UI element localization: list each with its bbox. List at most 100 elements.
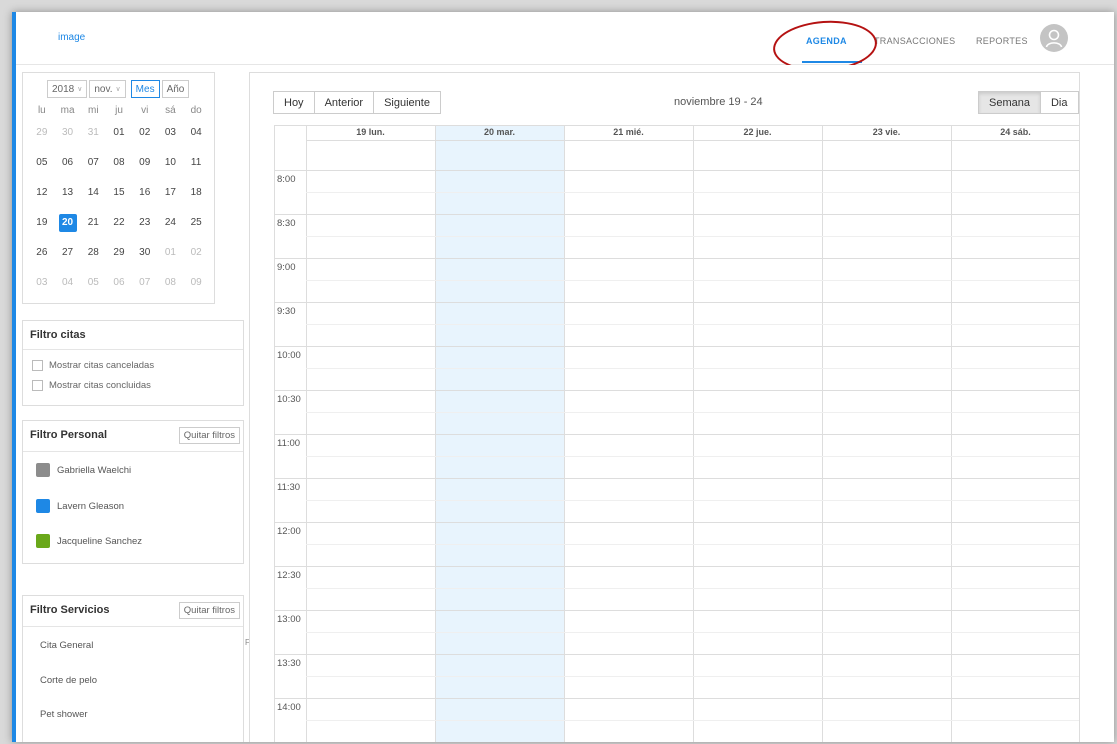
mini-calendar-day[interactable]: 17: [161, 184, 179, 202]
mini-calendar-day[interactable]: 30: [136, 244, 154, 262]
mode-ano-button[interactable]: Año: [161, 80, 190, 98]
slot-line: [275, 302, 1079, 303]
filtro-citas-panel: Filtro citas Mostrar citas canceladas Mo…: [22, 320, 244, 406]
mini-calendar-day[interactable]: 08: [110, 154, 128, 172]
slot-line: [275, 654, 1079, 655]
mini-calendar-day[interactable]: 29: [110, 244, 128, 262]
weekday-label: lu: [37, 105, 46, 116]
time-slot-label: 11:00: [277, 438, 301, 449]
mini-calendar-day[interactable]: 05: [84, 274, 102, 292]
clear-staff-filters-button[interactable]: Quitar filtros: [178, 427, 240, 444]
half-slot-line: [306, 192, 1079, 193]
mini-calendar-day[interactable]: 14: [84, 184, 102, 202]
staff-item[interactable]: Gabriella Waelchi: [36, 463, 131, 477]
today-button[interactable]: Hoy: [273, 91, 315, 114]
mini-calendar-day[interactable]: 01: [161, 244, 179, 262]
mini-calendar-week: 26 27 28 29 30 01 02: [29, 238, 209, 268]
time-slot-label: 11:30: [277, 482, 301, 493]
mini-calendar-day[interactable]: 25: [187, 214, 205, 232]
divider: [23, 349, 243, 350]
show-completed-checkbox[interactable]: Mostrar citas concluidas: [32, 380, 151, 391]
mini-calendar-day[interactable]: 21: [84, 214, 102, 232]
mini-calendar-week: 05 06 07 08 09 10 11: [29, 148, 209, 178]
mini-calendar-day[interactable]: 08: [161, 274, 179, 292]
slot-line: [275, 434, 1079, 435]
day-column-header[interactable]: 23 vie.: [822, 127, 951, 137]
mini-calendar-day[interactable]: 19: [33, 214, 51, 232]
mini-calendar-day[interactable]: 12: [33, 184, 51, 202]
mini-calendar-day[interactable]: 09: [136, 154, 154, 172]
top-nav-bar: image AGENDA TRANSACCIONES REPORTES: [16, 12, 1114, 75]
mini-calendar-day[interactable]: 09: [187, 274, 205, 292]
mode-mes-button[interactable]: Mes: [130, 80, 160, 98]
divider: [23, 626, 243, 627]
mini-calendar-day[interactable]: 26: [33, 244, 51, 262]
header-divider: [275, 170, 1079, 171]
mini-calendar-day[interactable]: 31: [84, 124, 102, 142]
mini-calendar-day[interactable]: 23: [136, 214, 154, 232]
mini-calendar-day[interactable]: 22: [110, 214, 128, 232]
day-column-header[interactable]: 24 sáb.: [951, 127, 1079, 137]
mini-calendar-day[interactable]: 10: [161, 154, 179, 172]
staff-name: Jacqueline Sanchez: [57, 535, 143, 547]
clear-service-filters-button[interactable]: Quitar filtros: [178, 602, 240, 619]
day-view-button[interactable]: Dia: [1039, 91, 1079, 114]
mini-calendar-day[interactable]: 07: [136, 274, 154, 292]
week-calendar: Hoy Anterior Siguiente noviembre 19 - 24…: [249, 72, 1080, 742]
mini-calendar-week: 19 20 21 22 23 24 25: [29, 208, 209, 238]
mini-calendar-day[interactable]: 27: [59, 244, 77, 262]
mini-calendar-day[interactable]: 29: [33, 124, 51, 142]
mini-calendar-day[interactable]: 06: [59, 154, 77, 172]
day-column-header[interactable]: 19 lun.: [306, 127, 435, 137]
previous-button[interactable]: Anterior: [313, 91, 375, 114]
week-view-button[interactable]: Semana: [978, 91, 1041, 114]
mini-calendar-day[interactable]: 30: [59, 124, 77, 142]
mini-calendar-day[interactable]: 03: [161, 124, 179, 142]
main-content: 2018 ∨ nov. ∨ Mes Año lu ma mi ju vi sá do 29 30 3…: [16, 65, 1114, 742]
mini-calendar-day[interactable]: 15: [110, 184, 128, 202]
staff-item[interactable]: Lavern Gleason: [36, 499, 124, 513]
filtro-personal-title: Filtro Personal: [30, 429, 108, 441]
slot-line: [275, 478, 1079, 479]
user-avatar[interactable]: [1040, 24, 1068, 52]
year-select[interactable]: 2018 ∨: [47, 80, 88, 98]
mini-calendar-day[interactable]: 04: [187, 124, 205, 142]
mini-calendar-day[interactable]: 06: [110, 274, 128, 292]
mini-calendar-day[interactable]: 02: [187, 244, 205, 262]
service-item[interactable]: Pet shower: [40, 709, 88, 720]
nav-reportes[interactable]: REPORTES: [976, 36, 1028, 46]
staff-item[interactable]: Jacqueline Sanchez: [36, 534, 142, 548]
service-item[interactable]: Corte de pelo: [40, 675, 97, 686]
day-column-header[interactable]: 21 mié.: [564, 127, 693, 137]
mini-calendar-day[interactable]: 05: [33, 154, 51, 172]
slot-line: [275, 390, 1079, 391]
show-canceled-checkbox[interactable]: Mostrar citas canceladas: [32, 360, 154, 371]
day-column-header[interactable]: 22 jue.: [693, 127, 822, 137]
mini-calendar-day[interactable]: 07: [84, 154, 102, 172]
mini-calendar-day[interactable]: 16: [136, 184, 154, 202]
day-column-header[interactable]: 20 mar.: [435, 127, 564, 137]
month-select[interactable]: nov. ∨: [89, 80, 126, 98]
checkbox-label: Mostrar citas concluidas: [49, 380, 151, 391]
mini-calendar-day[interactable]: 20: [58, 214, 77, 232]
mini-calendar-day[interactable]: 11: [187, 154, 205, 172]
mini-calendar-day[interactable]: 01: [110, 124, 128, 142]
half-slot-line: [306, 324, 1079, 325]
mini-calendar-day[interactable]: 13: [59, 184, 77, 202]
half-slot-line: [306, 544, 1079, 545]
time-slot-label: 9:30: [277, 306, 296, 317]
header-subdivider: [306, 140, 1079, 141]
mini-calendar-day[interactable]: 24: [161, 214, 179, 232]
logo[interactable]: image: [58, 32, 85, 43]
nav-transacciones[interactable]: TRANSACCIONES: [874, 36, 955, 46]
weekday-label: do: [190, 105, 202, 116]
next-button[interactable]: Siguiente: [373, 91, 441, 114]
mini-calendar-day[interactable]: 18: [187, 184, 205, 202]
mini-calendar-day[interactable]: 03: [33, 274, 51, 292]
mini-calendar-day[interactable]: 04: [59, 274, 77, 292]
mini-calendar-day[interactable]: 02: [136, 124, 154, 142]
service-item[interactable]: Cita General: [40, 640, 93, 651]
time-slot-label: 8:30: [277, 218, 296, 229]
mini-calendar-day[interactable]: 28: [84, 244, 102, 262]
slot-line: [275, 214, 1079, 215]
